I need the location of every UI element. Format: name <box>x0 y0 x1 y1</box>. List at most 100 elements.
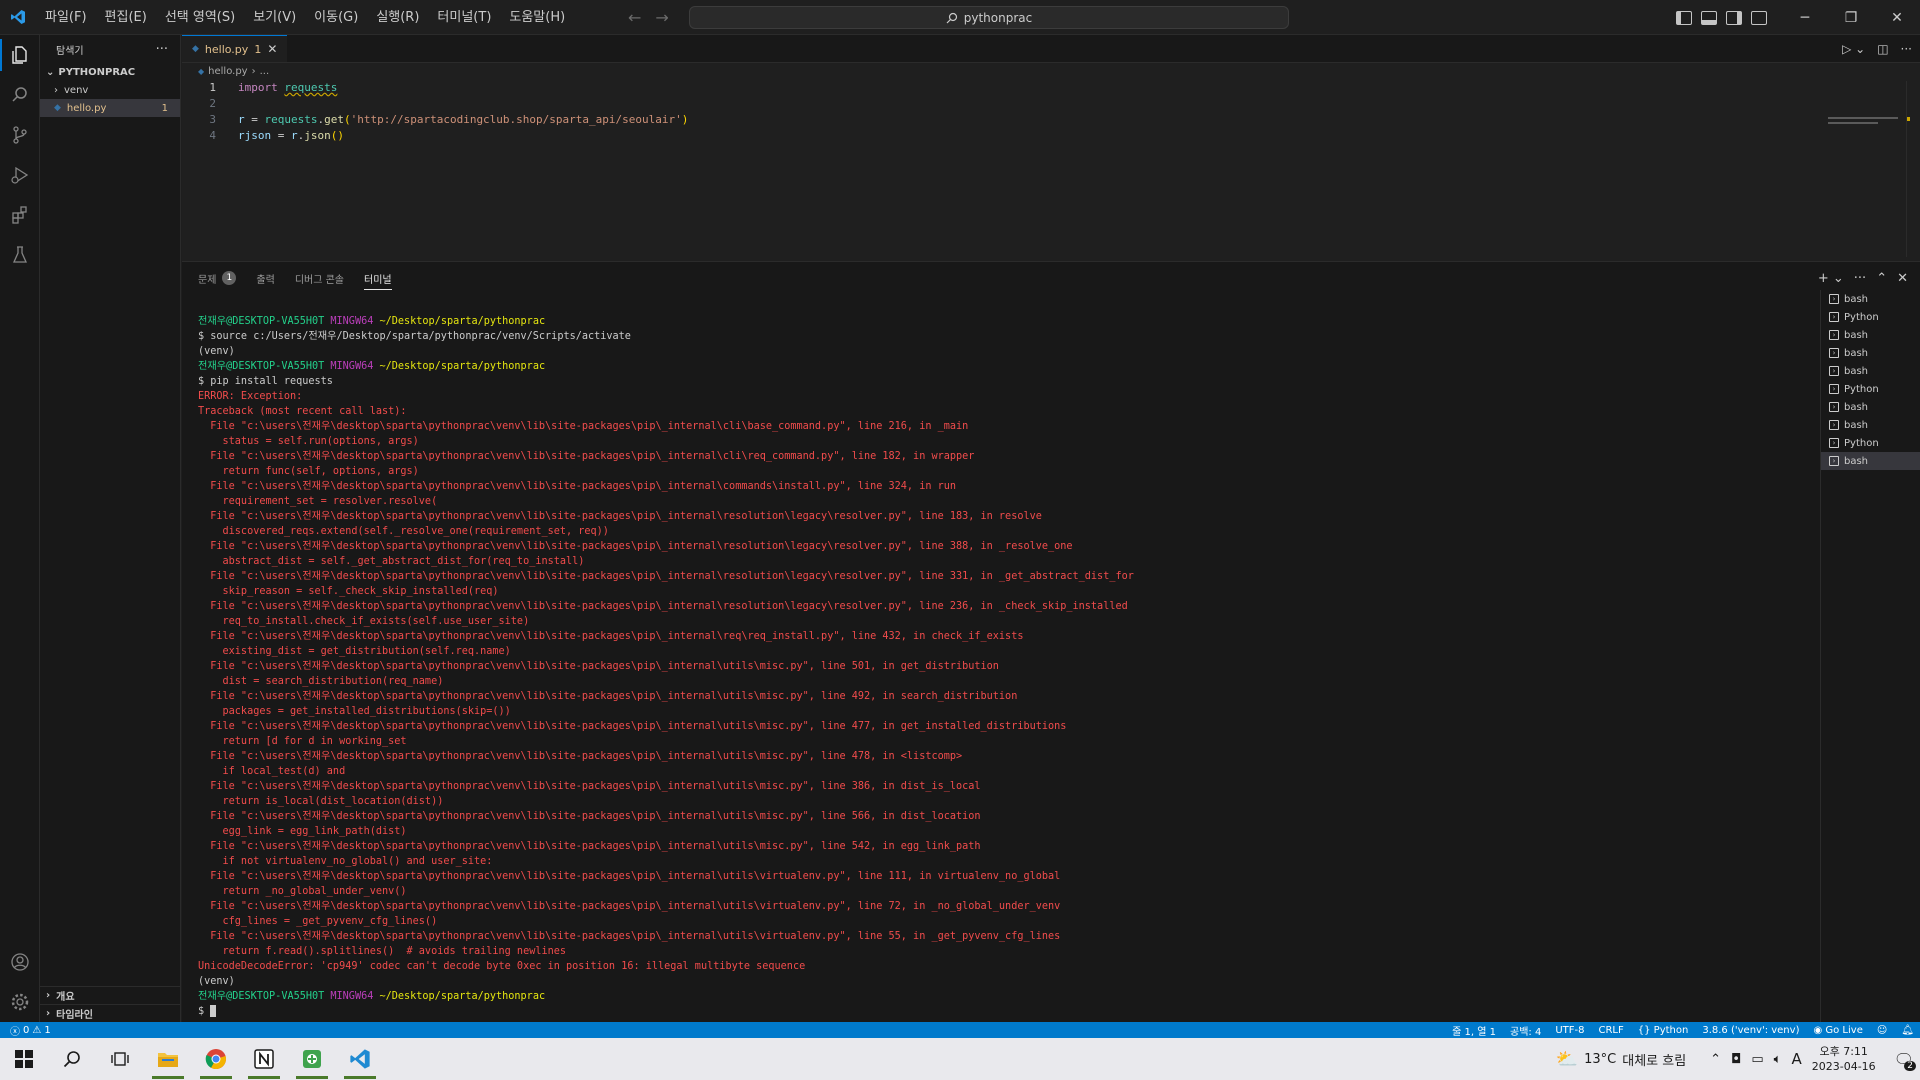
feedback-icon[interactable]: ☺ <box>1877 1025 1887 1036</box>
more-actions-icon[interactable]: ··· <box>156 42 168 57</box>
breadcrumb-rest[interactable]: ... <box>260 66 270 77</box>
notifications-bell-icon[interactable]: 🔔︎ <box>1901 1025 1914 1036</box>
close-window-button[interactable]: ✕ <box>1874 0 1920 35</box>
command-center-text: pythonprac <box>963 10 1033 25</box>
terminal-error-line: return func(self, options, args) <box>198 466 419 477</box>
customize-layout-icon[interactable] <box>1751 10 1767 25</box>
tab-terminal[interactable]: 터미널 <box>364 262 392 294</box>
terminal-error-line: requirement_set = resolver.resolve( <box>198 496 438 507</box>
chevron-up-icon[interactable]: ⌃ <box>1710 1052 1721 1067</box>
terminal-input-line[interactable]: $ <box>198 1004 1798 1019</box>
start-button[interactable] <box>0 1038 48 1080</box>
end-of-line[interactable]: CRLF <box>1598 1025 1623 1036</box>
chevron-down-icon: ⌄ <box>46 66 55 78</box>
clock[interactable]: 오후 7:11 2023-04-16 <box>1812 1044 1876 1074</box>
menu-bar: 파일(F) 편집(E) 선택 영역(S) 보기(V) 이동(G) 실행(R) 터… <box>36 0 574 35</box>
source-control-icon[interactable] <box>0 115 40 155</box>
camera-icon[interactable]: ◘ <box>1731 1052 1741 1067</box>
terminal-instance-bash[interactable]: › bash <box>1821 362 1920 380</box>
back-arrow-icon[interactable]: ← <box>628 8 641 27</box>
code-editor[interactable]: 1 import requests 2 3 r = requests.get('… <box>182 80 1920 144</box>
new-terminal-icon[interactable]: + ⌄ <box>1818 271 1844 286</box>
toggle-secondary-sidebar-icon[interactable] <box>1726 10 1742 25</box>
menu-file[interactable]: 파일(F) <box>36 0 96 35</box>
close-tab-icon[interactable]: ✕ <box>267 42 277 56</box>
terminal-error-line: File "c:\users\전재우\desktop\sparta\python… <box>198 451 975 462</box>
taskbar-search-button[interactable] <box>48 1038 96 1080</box>
explorer-icon[interactable] <box>0 35 40 75</box>
terminal-instance-python[interactable]: › Python <box>1821 308 1920 326</box>
ime-indicator[interactable]: A <box>1791 1050 1801 1068</box>
vscode-taskbar[interactable] <box>336 1038 384 1080</box>
testing-icon[interactable] <box>0 235 40 275</box>
command-center-search[interactable]: pythonprac <box>689 6 1289 29</box>
cloudy-weather-icon: ⛅ <box>1555 1048 1579 1070</box>
network-icon[interactable]: ▭ <box>1751 1052 1763 1067</box>
outline-section[interactable]: › 개요 <box>40 986 181 1004</box>
terminal-instance-bash[interactable]: › bash <box>1821 452 1920 470</box>
run-debug-icon[interactable] <box>0 155 40 195</box>
tab-problems[interactable]: 문제 1 <box>198 262 237 294</box>
editor-scrollbar[interactable] <box>1906 81 1920 257</box>
breadcrumb: ◆ hello.py › ... <box>182 63 1920 80</box>
weather-widget[interactable]: ⛅ 13°C 대체로 흐림 <box>1556 1049 1686 1070</box>
terminal-instance-python[interactable]: › Python <box>1821 434 1920 452</box>
minimap[interactable] <box>1798 81 1908 257</box>
close-panel-icon[interactable]: ✕ <box>1897 271 1908 286</box>
search-icon[interactable] <box>0 75 40 115</box>
notion-taskbar[interactable] <box>240 1038 288 1080</box>
terminal-error-line: packages = get_installed_distributions(s… <box>198 706 511 717</box>
menu-help[interactable]: 도움말(H) <box>500 0 574 35</box>
terminal-instance-bash[interactable]: › bash <box>1821 290 1920 308</box>
terminal-output[interactable]: 전재우@DESKTOP-VA55H0T MINGW64 ~/Desktop/sp… <box>198 314 1798 1019</box>
forward-arrow-icon[interactable]: → <box>655 8 668 27</box>
folder-root-label: PYTHONPRAC <box>58 66 136 78</box>
code-text: r = requests.get('http://spartacodingclu… <box>238 113 689 126</box>
language-mode[interactable]: {} Python <box>1638 1025 1689 1036</box>
terminal-instance-bash[interactable]: › bash <box>1821 326 1920 344</box>
extensions-icon[interactable] <box>0 195 40 235</box>
problems-status[interactable]: ⓧ 0 ⚠ 1 <box>10 1023 51 1038</box>
menu-view[interactable]: 보기(V) <box>244 0 305 35</box>
encoding[interactable]: UTF-8 <box>1555 1025 1584 1036</box>
toggle-panel-icon[interactable] <box>1701 10 1717 25</box>
python-interpreter[interactable]: 3.8.6 ('venv': venv) <box>1702 1025 1799 1036</box>
tree-item-venv[interactable]: › venv <box>40 81 180 99</box>
menu-edit[interactable]: 편집(E) <box>96 0 156 35</box>
chrome-taskbar[interactable] <box>192 1038 240 1080</box>
menu-selection[interactable]: 선택 영역(S) <box>156 0 244 35</box>
menu-run[interactable]: 실행(R) <box>367 0 428 35</box>
restore-button[interactable]: ❐ <box>1828 0 1874 35</box>
volume-icon[interactable]: 🔈︎ <box>1774 1052 1782 1067</box>
terminal-instance-bash[interactable]: › bash <box>1821 398 1920 416</box>
split-editor-icon[interactable]: ◫ <box>1877 42 1888 56</box>
breadcrumb-file[interactable]: hello.py <box>208 66 247 77</box>
tree-item-hello-py[interactable]: ◆ hello.py 1 <box>40 99 180 117</box>
run-python-icon[interactable]: ▷ ⌄ <box>1842 42 1865 56</box>
cursor-position[interactable]: 줄 1, 열 1 <box>1452 1023 1496 1038</box>
toggle-sidebar-icon[interactable] <box>1676 10 1692 25</box>
notification-center[interactable]: 🗨︎ 2 <box>1894 1050 1916 1071</box>
more-actions-icon[interactable]: ··· <box>1901 42 1912 56</box>
folder-root[interactable]: ⌄ PYTHONPRAC <box>40 63 180 81</box>
minimize-button[interactable]: ─ <box>1782 0 1828 35</box>
terminal-error-line: status = self.run(options, args) <box>198 436 419 447</box>
more-actions-icon[interactable]: ··· <box>1854 271 1866 286</box>
accounts-icon[interactable] <box>0 942 40 982</box>
app-taskbar[interactable] <box>288 1038 336 1080</box>
file-explorer-taskbar[interactable] <box>144 1038 192 1080</box>
timeline-section[interactable]: › 타임라인 <box>40 1004 181 1022</box>
tab-hello-py[interactable]: ◆ hello.py 1 ✕ <box>182 35 288 62</box>
go-live-button[interactable]: ◉ Go Live <box>1813 1025 1862 1036</box>
manage-gear-icon[interactable] <box>0 982 40 1022</box>
menu-terminal[interactable]: 터미널(T) <box>428 0 500 35</box>
tab-debug-console[interactable]: 디버그 콘솔 <box>295 262 344 294</box>
tab-output[interactable]: 출력 <box>256 262 274 294</box>
terminal-instance-python[interactable]: › Python <box>1821 380 1920 398</box>
task-view-button[interactable] <box>96 1038 144 1080</box>
terminal-instance-bash[interactable]: › bash <box>1821 344 1920 362</box>
indentation[interactable]: 공백: 4 <box>1510 1023 1541 1038</box>
terminal-instance-bash[interactable]: › bash <box>1821 416 1920 434</box>
maximize-panel-icon[interactable]: ⌃ <box>1876 271 1887 286</box>
menu-go[interactable]: 이동(G) <box>305 0 367 35</box>
